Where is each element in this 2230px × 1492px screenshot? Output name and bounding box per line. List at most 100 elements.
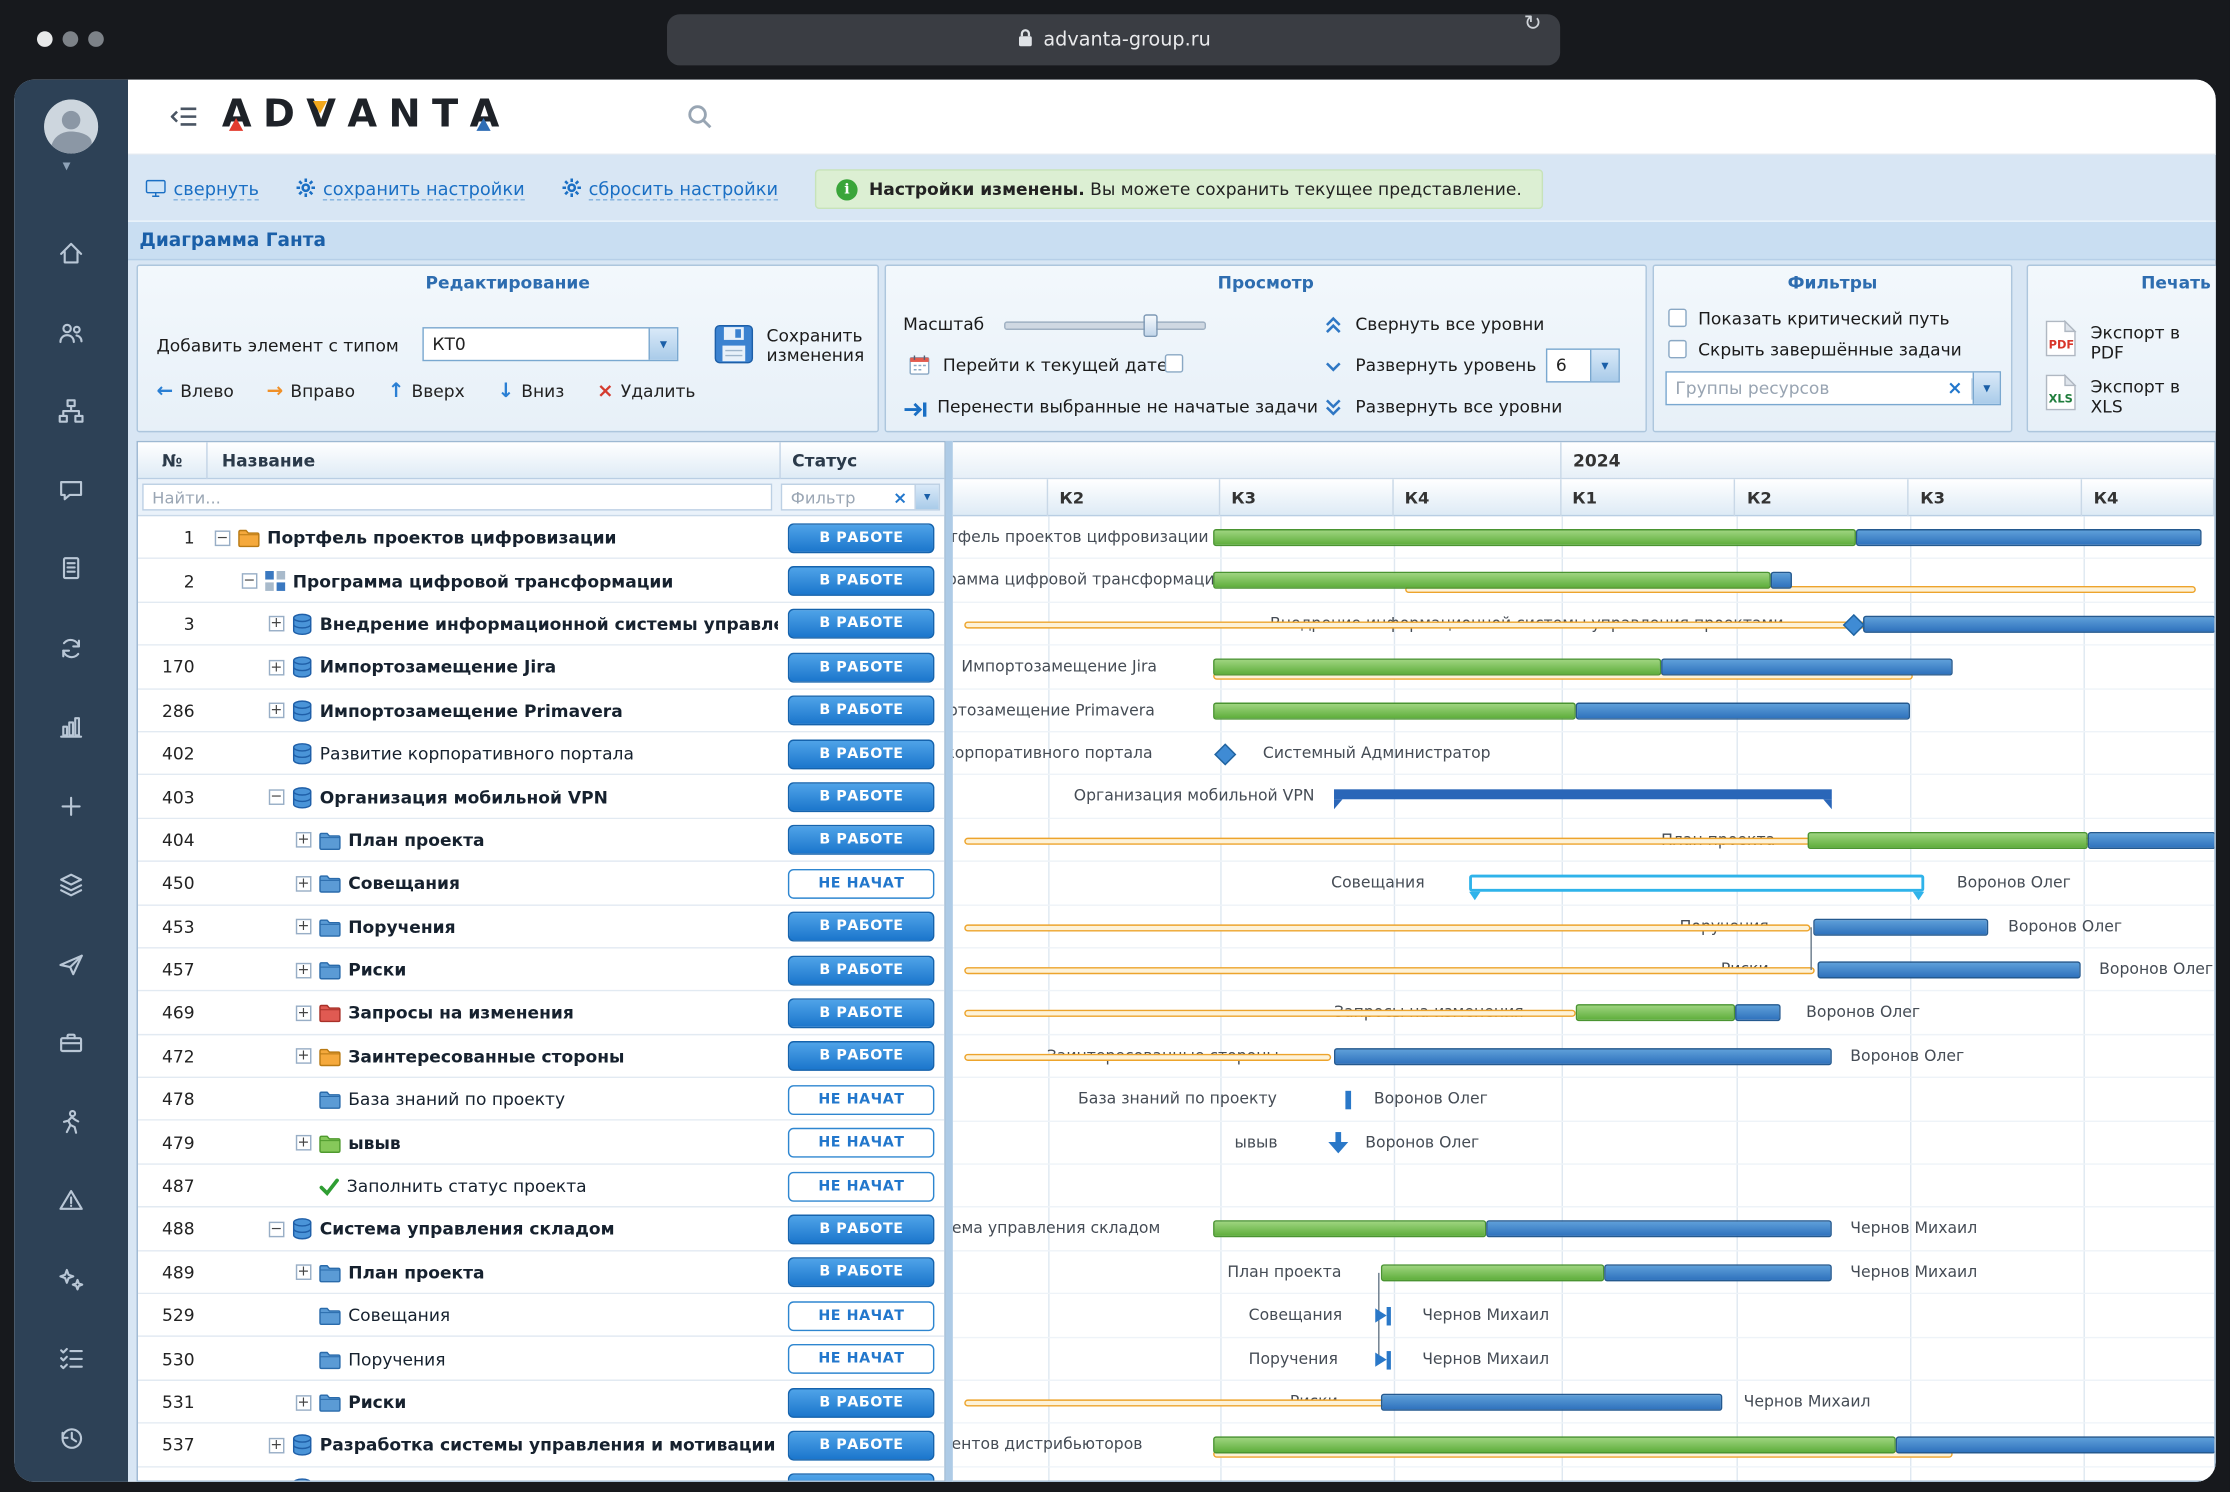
expander-toggle[interactable]: + xyxy=(296,833,312,849)
gantt-bar[interactable] xyxy=(1213,1437,1896,1454)
window-dot[interactable] xyxy=(37,31,53,47)
gantt-milestone[interactable] xyxy=(1375,1307,1391,1325)
table-row[interactable]: 469+Запросы на измененияВ РАБОТЕ xyxy=(138,992,944,1035)
table-row[interactable]: 489+План проектаВ РАБОТЕ xyxy=(138,1251,944,1294)
window-dot[interactable] xyxy=(88,31,104,47)
gantt-bar[interactable] xyxy=(1381,1264,1604,1281)
reset-settings-link[interactable]: сбросить настройки xyxy=(562,176,778,203)
gantt-bar[interactable] xyxy=(1856,529,2202,546)
goto-current-date-link[interactable]: Перейти к текущей дате xyxy=(943,356,1168,376)
table-row[interactable]: 450+СовещанияНЕ НАЧАТ xyxy=(138,862,944,905)
task-name[interactable]: План проекта xyxy=(348,830,484,850)
gantt-bar[interactable] xyxy=(1863,616,2214,633)
task-name[interactable]: План проекта xyxy=(348,1263,484,1283)
table-row[interactable]: 537+Разработка системы управления и моти… xyxy=(138,1424,944,1467)
expander-toggle[interactable]: + xyxy=(269,703,285,719)
save-icon[interactable] xyxy=(713,323,756,371)
expander-toggle[interactable]: + xyxy=(269,660,285,676)
task-name[interactable]: Запросы на изменения xyxy=(348,1003,574,1023)
gantt-bar[interactable] xyxy=(1735,1005,1781,1022)
table-row[interactable]: 286+Импортозамещение PrimaveraВ РАБОТЕ xyxy=(138,689,944,732)
table-row[interactable]: 2−Программа цифровой трансформацииВ РАБО… xyxy=(138,559,944,602)
gantt-milestone[interactable] xyxy=(1843,614,1865,636)
table-row[interactable]: 457+РискиВ РАБОТЕ xyxy=(138,948,944,991)
gantt-bar[interactable] xyxy=(1213,659,1661,676)
task-name[interactable]: Установка видеонаблюдения на складе №7 xyxy=(320,1479,757,1482)
gantt-bar[interactable] xyxy=(2088,832,2215,849)
task-name[interactable]: Портфель проектов цифровизации xyxy=(267,528,616,548)
table-row[interactable]: 472+Заинтересованные стороныВ РАБОТЕ xyxy=(138,1035,944,1078)
expand-level-link[interactable]: Развернуть уровень xyxy=(1355,356,1536,376)
table-row[interactable]: 604Установка видеонаблюдения на складе №… xyxy=(138,1467,944,1482)
task-name[interactable]: Организация мобильной VPN xyxy=(320,787,608,807)
gantt-bar[interactable] xyxy=(1334,790,1832,800)
analytics-icon[interactable] xyxy=(57,713,85,741)
alerts-icon[interactable] xyxy=(57,1186,85,1214)
search-icon[interactable] xyxy=(685,102,713,136)
table-row[interactable]: 170+Импортозамещение JiraВ РАБОТЕ xyxy=(138,646,944,689)
expand-all-link[interactable]: Развернуть все уровни xyxy=(1355,397,1562,417)
gantt-bar[interactable] xyxy=(1818,961,2081,978)
task-name[interactable]: Заинтересованные стороны xyxy=(348,1047,624,1067)
вправо-button[interactable]: →Вправо xyxy=(267,380,355,403)
table-row[interactable]: 529СовещанияНЕ НАЧАТ xyxy=(138,1294,944,1337)
home-icon[interactable] xyxy=(57,239,85,267)
gantt-milestone[interactable] xyxy=(1328,1131,1346,1152)
task-name[interactable]: Совещания xyxy=(348,1306,450,1326)
task-name[interactable]: ывыв xyxy=(348,1133,400,1153)
gantt-milestone[interactable] xyxy=(1375,1351,1391,1369)
table-row[interactable]: 478База знаний по проектуНЕ НАЧАТ xyxy=(138,1078,944,1121)
expander-toggle[interactable]: − xyxy=(269,1222,285,1238)
save-changes-button[interactable]: Сохранить изменения xyxy=(767,326,886,366)
hide-completed-checkbox[interactable] xyxy=(1668,340,1686,358)
critical-path-checkbox[interactable] xyxy=(1668,309,1686,327)
gantt-bar[interactable] xyxy=(1213,1221,1486,1238)
gantt-baseline-bar[interactable] xyxy=(964,967,1814,974)
expander-toggle[interactable]: + xyxy=(296,962,312,978)
task-name[interactable]: Развитие корпоративного портала xyxy=(320,744,634,764)
gantt-bar[interactable] xyxy=(1213,572,1770,589)
resource-groups-combo[interactable]: Группы ресурсов × ▾ xyxy=(1665,371,2001,405)
table-row[interactable]: 487Заполнить статус проектаНЕ НАЧАТ xyxy=(138,1165,944,1208)
zoom-slider[interactable] xyxy=(1004,314,1203,334)
task-name[interactable]: Программа цифровой трансформации xyxy=(293,571,674,591)
task-name[interactable]: Импортозамещение Primavera xyxy=(320,701,623,721)
chevron-down-icon[interactable]: ▾ xyxy=(63,156,71,174)
reload-icon[interactable]: ↻ xyxy=(1524,10,1542,36)
comments-icon[interactable] xyxy=(57,476,85,504)
search-tasks-input[interactable]: Найти... xyxy=(142,484,772,511)
task-name[interactable]: Система управления складом xyxy=(320,1219,615,1239)
expander-toggle[interactable]: − xyxy=(269,789,285,805)
table-row[interactable]: 403−Организация мобильной VPNВ РАБОТЕ xyxy=(138,776,944,819)
gantt-bar[interactable] xyxy=(1576,1005,1735,1022)
table-row[interactable]: 453+ПорученияВ РАБОТЕ xyxy=(138,905,944,948)
gantt-milestone[interactable] xyxy=(1214,743,1236,765)
save-settings-link[interactable]: сохранить настройки xyxy=(296,176,525,203)
task-name[interactable]: Поручения xyxy=(348,917,455,937)
gantt-bar[interactable] xyxy=(1486,1221,1832,1238)
gantt-baseline-bar[interactable] xyxy=(964,1054,1331,1061)
table-row[interactable]: 1−Портфель проектов цифровизацииВ РАБОТЕ xyxy=(138,516,944,559)
expand-level-select[interactable]: 6 ▾ xyxy=(1546,348,1620,382)
task-name[interactable]: Риски xyxy=(348,960,406,980)
task-name[interactable]: Поручения xyxy=(348,1349,445,1369)
table-row[interactable]: 479+ывывНЕ НАЧАТ xyxy=(138,1121,944,1164)
expander-toggle[interactable]: + xyxy=(296,919,312,935)
gantt-bar[interactable] xyxy=(1661,659,1953,676)
expander-toggle[interactable]: + xyxy=(269,1438,285,1454)
expander-toggle[interactable]: + xyxy=(296,876,312,892)
collapse-menu-icon[interactable] xyxy=(171,105,199,133)
chevron-down-icon[interactable]: ▾ xyxy=(914,485,938,509)
gantt-milestone[interactable] xyxy=(1345,1091,1351,1109)
org-structure-icon[interactable] xyxy=(57,397,85,425)
task-name[interactable]: Заполнить статус проекта xyxy=(347,1176,587,1196)
slider-thumb[interactable] xyxy=(1143,314,1157,337)
task-name[interactable]: Внедрение информационной системы управле… xyxy=(320,614,779,634)
expander-toggle[interactable]: − xyxy=(242,573,258,589)
chevron-down-icon[interactable]: ▾ xyxy=(1973,373,2000,404)
clear-filter-icon[interactable]: × xyxy=(886,487,915,507)
gantt-baseline-bar[interactable] xyxy=(964,1010,1576,1017)
collapse-all-link[interactable]: Свернуть все уровни xyxy=(1355,314,1544,334)
expander-toggle[interactable]: + xyxy=(296,1394,312,1410)
collapse-link[interactable]: свернуть xyxy=(145,176,259,203)
